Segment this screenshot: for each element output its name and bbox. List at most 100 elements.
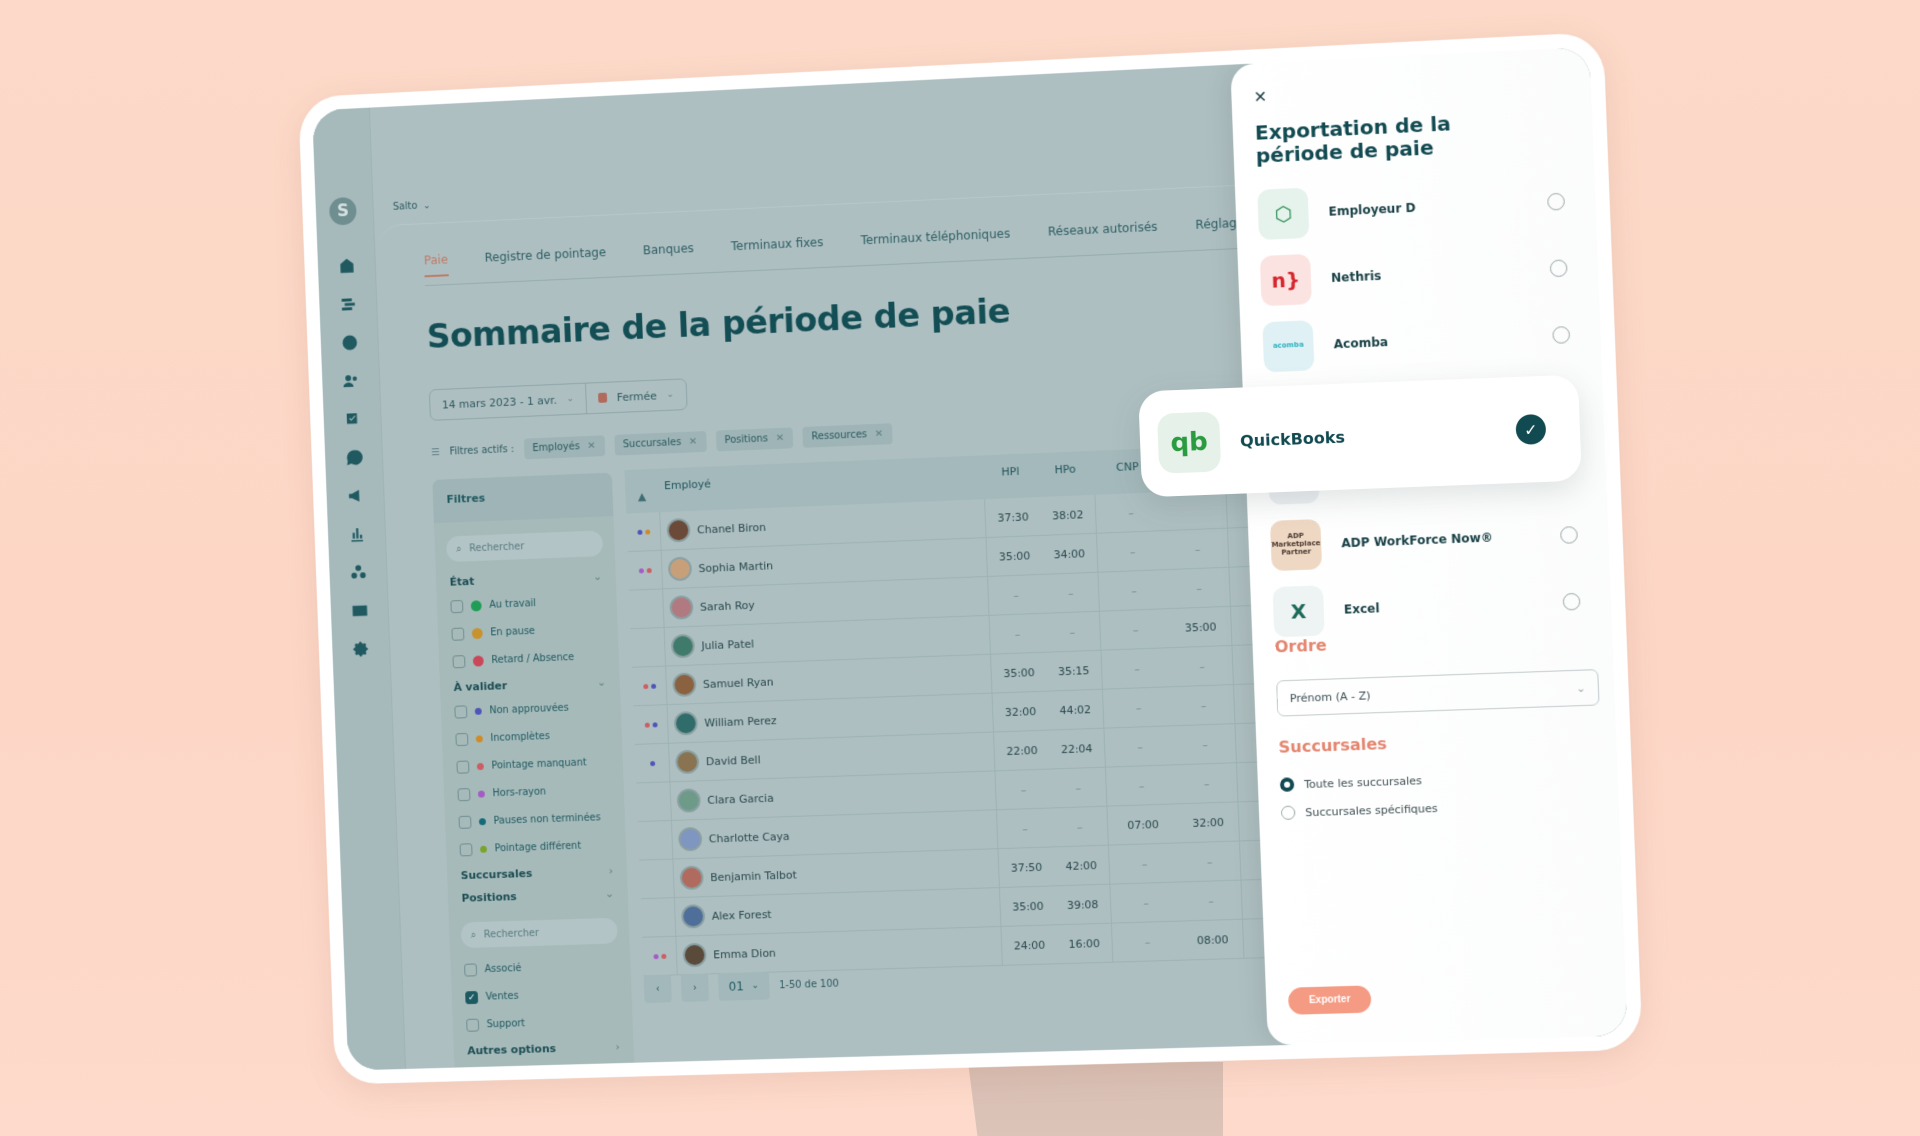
remove-chip-icon[interactable]: ✕: [587, 441, 596, 452]
positions-search-input[interactable]: ⌕ Rechercher: [460, 917, 618, 949]
checkbox[interactable]: [459, 842, 473, 856]
radio-empty-icon[interactable]: [1547, 192, 1566, 211]
remove-chip-icon[interactable]: ✕: [875, 429, 884, 440]
filter-option-label: En pause: [490, 625, 536, 638]
cell-hpo: 38:02: [1051, 507, 1084, 522]
radio-empty-icon[interactable]: [1559, 525, 1578, 544]
cell-hpl: –: [1014, 627, 1021, 641]
close-icon[interactable]: ✕: [1253, 87, 1267, 107]
filter-chip: Ressources ✕: [802, 423, 893, 448]
tab-terminaux-fixes[interactable]: Terminaux fixes: [731, 235, 824, 263]
tasks-icon[interactable]: [323, 398, 382, 439]
tab-reseaux-autorises[interactable]: Réseaux autorisés: [1048, 220, 1158, 249]
org-switcher[interactable]: Salto ⌄: [393, 200, 431, 213]
org-logo[interactable]: S: [328, 196, 357, 226]
row-flags: [638, 840, 671, 841]
checkbox[interactable]: [466, 1018, 480, 1032]
filters-search-input[interactable]: ⌕ Rechercher: [446, 530, 604, 563]
page-select[interactable]: 01 ⌄: [717, 971, 770, 1001]
section-positions[interactable]: Positions ⌄: [448, 881, 629, 909]
status-icon: [470, 599, 482, 612]
radio-all-branches[interactable]: Toute les succursales: [1279, 773, 1422, 792]
org-name: Salto: [392, 200, 418, 213]
chat-icon[interactable]: [325, 437, 384, 478]
checkbox-checked[interactable]: ✓: [465, 990, 479, 1004]
tab-registre-de-pointage[interactable]: Registre de pointage: [484, 245, 606, 274]
header-hpl[interactable]: HPl: [983, 464, 1038, 479]
employee-name: Clara Garcia: [707, 791, 774, 807]
checkbox[interactable]: [458, 815, 472, 829]
chart-icon[interactable]: [327, 513, 386, 554]
chevron-right-icon: ›: [615, 1040, 621, 1054]
flag-dot-icon: [644, 528, 650, 535]
filter-option-label: Non approuvées: [489, 702, 569, 716]
radio-empty-icon[interactable]: [1562, 592, 1581, 611]
row-flags: [631, 647, 664, 648]
next-page-button[interactable]: ›: [680, 973, 710, 1002]
remove-chip-icon[interactable]: ✕: [689, 436, 698, 447]
radio-label: Succursales spécifiques: [1305, 801, 1438, 819]
status-value: Fermée: [616, 389, 658, 404]
radio-empty-icon[interactable]: [1549, 258, 1568, 277]
cell-hpo: –: [1075, 780, 1082, 795]
checkbox[interactable]: [456, 760, 470, 774]
status-dot-icon: [475, 734, 483, 743]
date-range-select[interactable]: 14 mars 2023 - 1 avr. ⌄: [430, 384, 586, 420]
checkbox[interactable]: [457, 787, 471, 801]
cell-hpl: –: [1022, 821, 1028, 835]
checkbox[interactable]: [464, 962, 478, 977]
card-icon[interactable]: [330, 590, 389, 631]
tab-banques[interactable]: Banques: [643, 241, 695, 267]
employee-name: Emma Dion: [712, 946, 777, 961]
order-select[interactable]: Prénom (A - Z) ⌄: [1276, 669, 1600, 717]
tab-terminaux-telephoniques[interactable]: Terminaux téléphoniques: [860, 227, 1010, 258]
provider-option-acomba[interactable]: acomba Acomba: [1262, 300, 1583, 380]
employee-name: William Perez: [704, 713, 777, 730]
home-icon[interactable]: [317, 245, 376, 286]
cell-hpl: 22:00: [1006, 743, 1039, 758]
chevron-down-icon: ⌄: [566, 394, 575, 405]
cell-c2: –: [1200, 698, 1207, 712]
cell-c1: –: [1128, 505, 1135, 519]
filter-option-label: Incomplètes: [490, 730, 551, 744]
schedule-icon[interactable]: [319, 283, 378, 324]
status-select[interactable]: Fermée ⌄: [584, 379, 687, 414]
header-employee[interactable]: Employé: [658, 455, 984, 502]
provider-name: Nethris: [1330, 268, 1382, 286]
cell-c2: –: [1203, 776, 1210, 790]
radio-empty-icon[interactable]: [1552, 325, 1571, 344]
cell-c1: –: [1131, 583, 1138, 597]
avatar: [669, 595, 694, 620]
screen: S Salto ⌄ Paie Registre de pointage Banques…: [312, 46, 1628, 1071]
users-icon[interactable]: [322, 360, 381, 401]
cell-hpo: –: [1076, 819, 1083, 834]
radio-specific-branches[interactable]: Succursales spécifiques: [1280, 801, 1438, 821]
groups-icon[interactable]: [329, 552, 388, 593]
prev-page-button[interactable]: ‹: [643, 974, 672, 1004]
checkbox[interactable]: [451, 627, 465, 641]
search-icon: ⌕: [470, 929, 477, 941]
cell-c1: –: [1138, 778, 1145, 793]
provider-option-quickbooks-selected[interactable]: qb QuickBooks ✓: [1138, 374, 1582, 498]
checkbox[interactable]: [455, 732, 469, 746]
megaphone-icon[interactable]: [326, 475, 385, 516]
lock-icon: [598, 392, 608, 403]
provider-option-excel[interactable]: X Excel: [1272, 567, 1594, 645]
clock-icon[interactable]: [320, 322, 379, 363]
checkbox[interactable]: [450, 599, 464, 613]
cell-hpl: –: [1020, 782, 1027, 796]
header-hpo[interactable]: HPo: [1037, 461, 1092, 476]
checkbox[interactable]: [452, 654, 466, 668]
gear-icon[interactable]: [332, 628, 391, 668]
provider-logo-icon: acomba: [1262, 320, 1315, 373]
filter-option-label: Hors-rayon: [492, 786, 547, 799]
tab-paie[interactable]: Paie: [424, 253, 449, 278]
employee-name: David Bell: [705, 752, 761, 768]
avatar: [666, 517, 691, 543]
export-button[interactable]: Exporter: [1287, 985, 1372, 1015]
checkbox[interactable]: [454, 704, 468, 719]
section-autres-options[interactable]: Autres options ›: [453, 1034, 634, 1062]
remove-chip-icon[interactable]: ✕: [776, 433, 785, 444]
provider-option-adp-workforce-now[interactable]: ADP Marketplace Partner ADP WorkForce No…: [1269, 500, 1592, 579]
row-flags: [628, 567, 661, 573]
